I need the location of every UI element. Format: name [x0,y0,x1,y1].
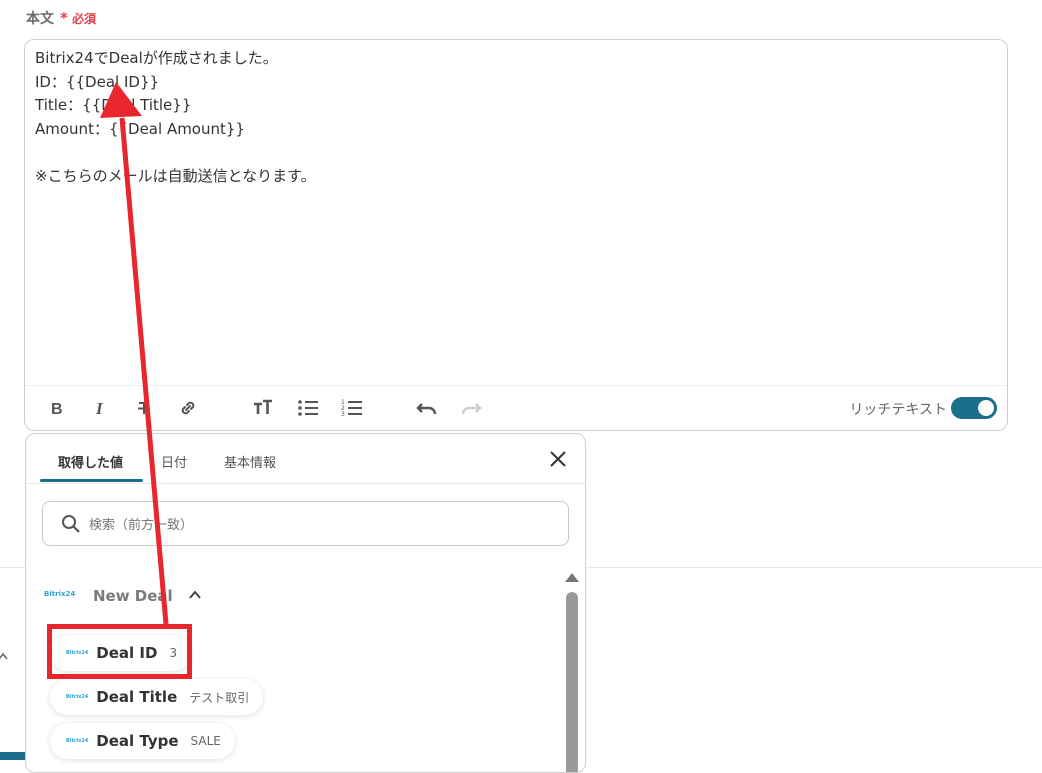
bullet-list-icon [298,400,318,416]
numbered-list-icon: 123 [341,399,362,417]
close-icon[interactable] [547,448,569,470]
editor-line: ID：{{Deal ID}} [35,72,160,91]
variable-picker-popup: 取得した値 日付 基本情報 Bitrix24 New Deal Bitrix24… [25,433,586,773]
editor-toolbar: B I 123 リッチテキスト [25,385,1007,430]
item-value: SALE [190,734,221,748]
tab-basic-info[interactable]: 基本情報 [224,452,276,471]
bottom-accent-bar [0,752,26,760]
scrollbar-thumb[interactable] [566,592,578,772]
active-tab-indicator [40,479,143,482]
scroll-up-icon[interactable] [564,571,580,583]
editor-content[interactable]: Bitrix24でDealが作成されました。 ID：{{Deal ID}} Ti… [35,47,997,188]
italic-icon: I [95,400,104,416]
required-indicator: * 必須 [60,9,97,27]
item-value: テスト取引 [189,690,250,705]
bullet-list-button[interactable] [295,396,321,420]
bold-button[interactable]: B [43,396,69,420]
field-label: 本文 * 必須 [26,8,96,28]
field-label-text: 本文 [26,11,54,27]
picker-tabs: 取得した値 日付 基本情報 [26,434,585,484]
editor-line: Bitrix24でDealが作成されました。 [35,49,278,67]
item-name: Deal Type [96,732,179,750]
undo-button[interactable] [414,396,440,420]
search-icon [62,515,80,533]
editor-line: ※こちらのメールは自動送信となります。 [35,166,316,185]
chevron-up-icon[interactable] [0,648,8,664]
list-item-deal-type[interactable]: Bitrix24 Deal Type SALE [50,723,235,759]
item-name: Deal Title [96,688,178,706]
numbered-list-button[interactable]: 123 [339,396,365,420]
bitrix24-logo: Bitrix24 [66,738,89,744]
text-size-button[interactable] [250,396,276,420]
link-button[interactable] [175,396,201,420]
search-input[interactable] [87,514,551,536]
body-editor[interactable]: Bitrix24でDealが作成されました。 ID：{{Deal ID}} Ti… [24,39,1008,431]
toggle-knob [978,400,994,416]
annotation-highlight-box [47,624,192,679]
bold-icon: B [51,401,63,416]
bitrix24-logo: Bitrix24 [44,590,76,598]
svg-text:I: I [95,400,104,416]
text-size-icon [254,399,272,414]
group-title: New Deal [93,587,173,605]
strikethrough-button[interactable] [131,396,157,420]
italic-button[interactable]: I [87,396,113,420]
svg-text:B: B [51,401,63,416]
redo-button[interactable] [458,396,484,420]
link-icon [181,401,195,415]
strikethrough-icon [138,402,150,414]
redo-icon [461,403,482,415]
search-field[interactable] [42,501,569,546]
editor-line: Title：{{Deal Title}} [35,96,192,114]
tab-acquired-values[interactable]: 取得した値 [58,452,123,471]
chevron-up-icon[interactable] [189,590,201,599]
tab-date[interactable]: 日付 [161,452,187,471]
rich-text-toggle[interactable] [951,397,997,419]
svg-text:3: 3 [341,411,345,417]
bitrix24-logo: Bitrix24 [66,694,89,700]
rich-text-label: リッチテキスト [849,402,947,418]
editor-line: Amount：{{Deal Amount}} [35,119,245,138]
undo-icon [416,403,437,415]
list-item-deal-title[interactable]: Bitrix24 Deal Title テスト取引 [50,679,264,715]
